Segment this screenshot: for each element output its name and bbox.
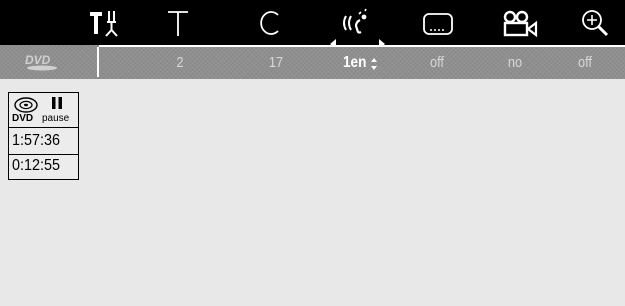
pause-icon	[52, 97, 62, 109]
elapsed-time: 0:12:55	[12, 157, 61, 174]
total-time: 1:57:36	[12, 132, 61, 149]
disc-type-label: DVD	[12, 113, 34, 124]
value-bar-top-line	[99, 45, 625, 47]
playback-state-label: pause	[42, 113, 70, 124]
time-divider	[9, 154, 78, 155]
audio-value[interactable]: 1en	[326, 54, 366, 72]
dvd-logo-text: DVD	[25, 53, 51, 67]
angle-value[interactable]: no	[490, 54, 541, 71]
disc-status-area: DVD pause	[9, 93, 78, 128]
title-icon[interactable]	[163, 6, 193, 40]
subtitle-icon[interactable]	[421, 6, 455, 40]
chapter-value[interactable]: 17	[251, 54, 302, 71]
zoom-value[interactable]: off	[560, 54, 611, 71]
audio-up-down-icon[interactable]	[370, 56, 378, 72]
dvd-logo-icon: DVD	[22, 52, 64, 72]
osd-menu-bar	[0, 0, 625, 45]
settings-icon[interactable]	[84, 6, 124, 40]
chapter-icon[interactable]	[255, 6, 285, 40]
value-bar-divider	[97, 47, 99, 77]
zoom-icon[interactable]	[580, 6, 610, 40]
subtitle-value[interactable]: off	[412, 54, 463, 71]
playback-status-box: DVD pause 1:57:36 0:12:55	[8, 92, 79, 180]
camera-angle-icon[interactable]	[500, 6, 540, 40]
audio-language-icon[interactable]	[340, 6, 374, 40]
title-value[interactable]: 2	[155, 54, 206, 71]
disc-icon	[14, 97, 38, 113]
